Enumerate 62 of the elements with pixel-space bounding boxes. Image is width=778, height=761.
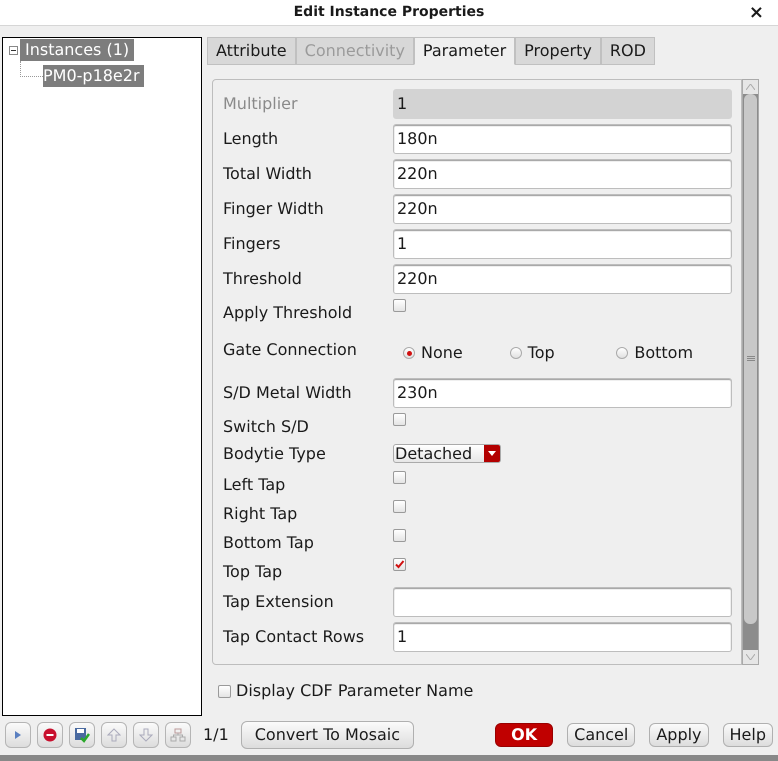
parameter-label: Finger Width: [223, 198, 325, 220]
parameter-label: Right Tap: [223, 503, 298, 526]
radio-button[interactable]: [403, 347, 415, 360]
radio-label: Top: [528, 342, 555, 364]
parameter-label: Multiplier: [223, 92, 299, 115]
close-button[interactable]: ×: [748, 2, 764, 24]
hierarchy-icon[interactable]: [165, 722, 191, 748]
parameter-label: Apply Threshold: [223, 302, 354, 324]
checkbox[interactable]: [393, 558, 406, 572]
parameter-label: Bottom Tap: [223, 532, 315, 554]
checkbox[interactable]: [393, 471, 406, 484]
parameter-label: Left Tap: [223, 474, 286, 496]
parameter-label: Length: [223, 128, 280, 150]
bodytie-dropdown[interactable]: Detached: [393, 444, 501, 464]
parameter-field[interactable]: 220n: [393, 158, 732, 189]
window-title: Edit Instance Properties: [294, 3, 484, 22]
checkbox[interactable]: [393, 413, 406, 426]
parameter-field[interactable]: 220n: [393, 264, 732, 294]
parameter-label: Tap Extension: [223, 590, 335, 613]
checkbox[interactable]: [393, 500, 406, 514]
save-check-icon[interactable]: [69, 722, 95, 748]
dialog-button[interactable]: OK: [495, 722, 554, 747]
parameter-label: Gate Connection: [223, 339, 358, 362]
dialog-button[interactable]: Cancel: [567, 722, 636, 747]
parameter-label: Threshold: [223, 268, 303, 290]
dialog-button[interactable]: Help: [722, 722, 773, 747]
scroll-down-icon[interactable]: [743, 650, 758, 664]
parameter-field[interactable]: 1: [393, 228, 732, 259]
dialog-button[interactable]: Apply: [649, 722, 709, 747]
radio-button[interactable]: [510, 347, 522, 360]
tab[interactable]: Attribute: [207, 37, 296, 66]
tab[interactable]: ROD: [600, 37, 655, 66]
tab[interactable]: Property: [515, 37, 601, 66]
checkbox[interactable]: [218, 684, 231, 698]
convert-button[interactable]: Convert To Mosaic: [240, 720, 414, 749]
parameter-label: Total Width: [223, 162, 313, 185]
parameter-field[interactable]: 1: [393, 622, 732, 652]
caret-icon: [484, 445, 500, 462]
tree-item[interactable]: PM0-p18e2r: [43, 65, 144, 88]
collapse-icon[interactable]: [9, 46, 18, 55]
parameter-field[interactable]: [393, 586, 732, 617]
instance-count: 1/1: [203, 724, 229, 746]
parameter-label: Fingers: [223, 232, 282, 255]
checkbox-label: Display CDF Parameter Name: [236, 680, 474, 702]
radio-label: Bottom: [634, 342, 694, 364]
parameter-label: Bodytie Type: [223, 442, 327, 465]
parameter-field[interactable]: 220n: [393, 194, 732, 224]
radio-button[interactable]: [616, 347, 628, 360]
tree-item[interactable]: Instances (1): [20, 39, 134, 62]
parameter-field[interactable]: 180n: [393, 124, 732, 154]
checkbox[interactable]: [393, 529, 406, 542]
checkbox[interactable]: [393, 299, 406, 312]
parameter-label: S/D Metal Width: [223, 382, 353, 404]
parameter-label: Tap Contact Rows: [223, 626, 366, 648]
radio-label: None: [421, 342, 463, 364]
parameter-field[interactable]: 230n: [393, 378, 732, 408]
tab[interactable]: Parameter: [414, 37, 516, 66]
stop-icon[interactable]: [37, 722, 63, 748]
play-icon[interactable]: [5, 722, 31, 748]
scroll-up-icon[interactable]: [743, 80, 758, 94]
parameter-label: Top Tap: [223, 561, 284, 584]
parameter-label: Switch S/D: [223, 416, 310, 438]
